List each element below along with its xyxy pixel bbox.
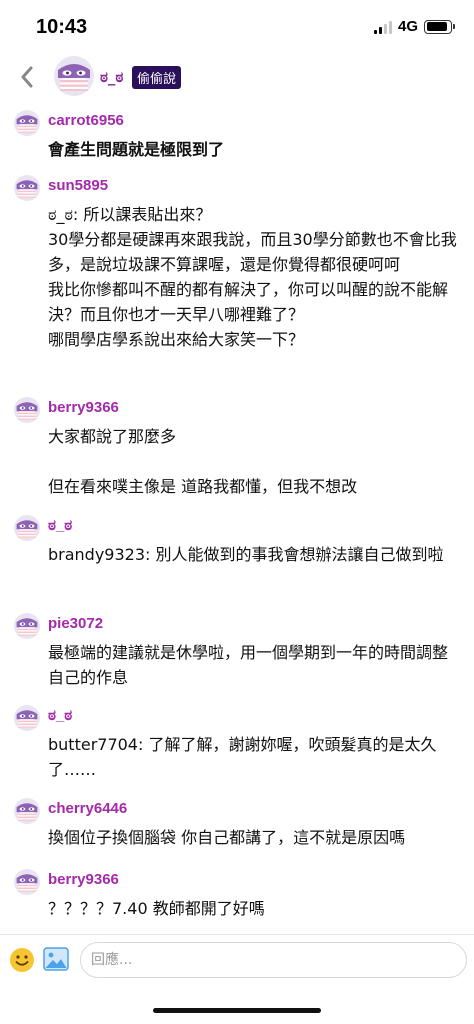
avatar[interactable]	[14, 798, 40, 824]
avatar[interactable]	[54, 56, 94, 96]
reply-input[interactable]	[80, 942, 467, 978]
image-icon[interactable]	[43, 947, 69, 971]
comment-username[interactable]: cherry6446	[48, 796, 458, 822]
comment-text: 換個位子換個腦袋 你自己都講了，這不就是原因嗎	[48, 828, 406, 847]
avatar[interactable]	[14, 110, 40, 136]
comment-item: ಠ_ಠ butter7704: 了解了解，謝謝妳喔，吹頭髮真的是太久了……	[0, 703, 474, 796]
comment-text: 大家都說了那麼多 但在看來噗主像是 道路我都懂，但我不想改	[48, 427, 358, 496]
comment-username[interactable]: sun5895	[48, 173, 458, 199]
battery-icon	[424, 19, 455, 34]
avatar[interactable]	[14, 175, 40, 201]
avatar[interactable]	[14, 705, 40, 731]
chevron-left-icon	[21, 66, 33, 88]
thread-header: ಠ_ಠ 偷偷說	[0, 56, 474, 102]
anonymous-badge: 偷偷說	[132, 66, 182, 89]
comment-item: cherry6446 換個位子換個腦袋 你自己都講了，這不就是原因嗎	[0, 796, 474, 867]
back-button[interactable]	[14, 62, 40, 92]
comment-username[interactable]: ಠ_ಠ	[48, 703, 458, 729]
comment-text: butter7704: 了解了解，謝謝妳喔，吹頭髮真的是太久了……	[48, 735, 437, 779]
signal-icon	[373, 20, 392, 34]
comment-text: 會產生問題就是極限到了	[48, 140, 225, 159]
comment-username[interactable]: ಠ_ಠ	[48, 513, 458, 539]
comment-item: carrot6956 會產生問題就是極限到了	[0, 108, 474, 173]
comment-text: ಠ_ಠ: 所以課表貼出來？ 30學分都是硬課再來跟我說，而且30學分節數也不會比…	[48, 205, 457, 349]
comment-item: pie3072 最極端的建議就是休學啦，用一個學期到一年的時間調整自己的作息	[0, 611, 474, 703]
comment-text: 最極端的建議就是休學啦，用一個學期到一年的時間調整自己的作息	[48, 643, 449, 687]
comment-item: berry9366 大家都說了那麼多 但在看來噗主像是 道路我都懂，但我不想改	[0, 395, 474, 513]
status-bar: 10:43 4G	[0, 0, 474, 56]
comment-username[interactable]: berry9366	[48, 395, 458, 421]
comment-username[interactable]: carrot6956	[48, 108, 458, 134]
status-indicators: 4G	[373, 18, 455, 35]
avatar[interactable]	[14, 869, 40, 895]
avatar[interactable]	[14, 613, 40, 639]
comment-text: brandy9323: 別人能做到的事我會想辦法讓自己做到啦	[48, 545, 444, 564]
home-indicator[interactable]	[153, 1008, 321, 1013]
comment-username[interactable]: berry9366	[48, 867, 458, 893]
thread-author-name[interactable]: ಠ_ಠ	[100, 68, 123, 86]
comment-item: sun5895 ಠ_ಠ: 所以課表貼出來？ 30學分都是硬課再來跟我說，而且30…	[0, 173, 474, 395]
comment-feed: carrot6956 會產生問題就是極限到了 sun5895 ಠ_ಠ: 所以課表…	[0, 108, 474, 923]
comment-username[interactable]: pie3072	[48, 611, 458, 637]
comment-text: ？？？？7.40 教師都開了好嗎	[48, 899, 265, 918]
avatar[interactable]	[14, 515, 40, 541]
comment-item: ಠ_ಠ brandy9323: 別人能做到的事我會想辦法讓自己做到啦	[0, 513, 474, 611]
smiley-icon[interactable]	[9, 947, 35, 973]
status-time: 10:43	[36, 16, 88, 38]
avatar[interactable]	[14, 397, 40, 423]
network-label: 4G	[397, 18, 418, 35]
reply-bar	[0, 934, 474, 990]
comment-item: berry9366 ？？？？7.40 教師都開了好嗎	[0, 867, 474, 923]
